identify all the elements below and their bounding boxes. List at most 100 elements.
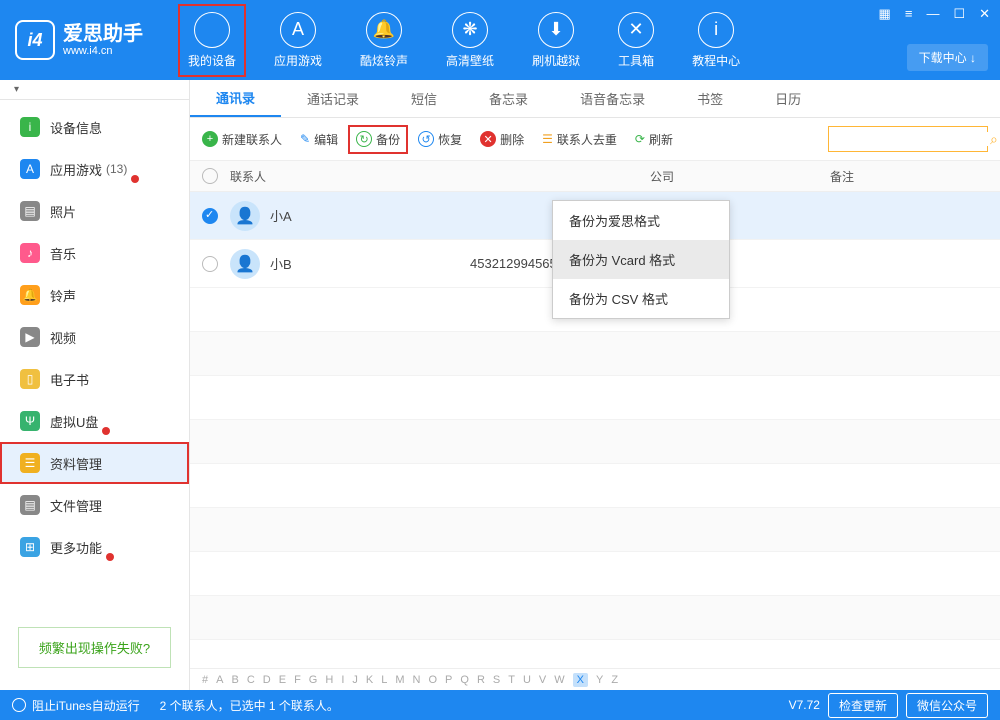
sidebar-item-铃声[interactable]: 🔔铃声 <box>0 274 189 316</box>
backup-button[interactable]: ↻备份 <box>350 127 406 152</box>
alpha-S[interactable]: S <box>493 674 500 686</box>
alpha-O[interactable]: O <box>428 674 437 686</box>
avatar: 👤 <box>230 249 260 279</box>
tshirt-icon[interactable]: ▦ <box>875 4 895 24</box>
dropdown-item[interactable]: 备份为 Vcard 格式 <box>553 240 729 279</box>
topnav-icon: 🔔 <box>366 12 402 48</box>
sidebar-item-应用游戏[interactable]: A应用游戏(13) <box>0 148 189 190</box>
search-icon[interactable]: ⌕ <box>990 131 998 148</box>
alpha-V[interactable]: V <box>539 674 546 686</box>
sidebar-icon: ▤ <box>20 495 40 515</box>
table-header: 联系人 公司 备注 <box>190 160 1000 192</box>
alpha-W[interactable]: W <box>554 674 564 686</box>
wechat-button[interactable]: 微信公众号 <box>906 693 988 718</box>
dropdown-item[interactable]: 备份为爱思格式 <box>553 201 729 240</box>
fail-link[interactable]: 频繁出现操作失败? <box>18 627 171 668</box>
alpha-T[interactable]: T <box>508 674 515 686</box>
row-checkbox[interactable] <box>202 256 218 272</box>
alpha-A[interactable]: A <box>216 674 223 686</box>
sidebar-item-文件管理[interactable]: ▤文件管理 <box>0 484 189 526</box>
check-update-button[interactable]: 检查更新 <box>828 693 898 718</box>
sidebar-icon: 🔔 <box>20 285 40 305</box>
sidebar-icon: ▶ <box>20 327 40 347</box>
topnav-高清壁纸[interactable]: ❋高清壁纸 <box>438 6 502 75</box>
new-contact-button[interactable]: +新建联系人 <box>202 131 282 148</box>
window-controls: ▦ ≡ — ☐ ✕ <box>875 4 994 24</box>
topnav-icon <box>194 12 230 48</box>
search-input[interactable] <box>835 132 990 146</box>
logo: i4 爱思助手 www.i4.cn <box>0 20 180 60</box>
maximize-icon[interactable]: ☐ <box>949 4 969 24</box>
sidebar-item-视频[interactable]: ▶视频 <box>0 316 189 358</box>
download-center-button[interactable]: 下载中心 ↓ <box>907 44 988 71</box>
minimize-icon[interactable]: — <box>922 4 943 24</box>
sidebar-item-虚拟U盘[interactable]: Ψ虚拟U盘 <box>0 400 189 442</box>
tab-备忘录[interactable]: 备忘录 <box>463 80 554 117</box>
sidebar-icon: Ψ <box>20 411 40 431</box>
alpha-B[interactable]: B <box>231 674 238 686</box>
refresh-button[interactable]: ⟳刷新 <box>635 131 673 148</box>
sidebar-item-资料管理[interactable]: ☰资料管理 <box>0 442 189 484</box>
alpha-L[interactable]: L <box>381 674 387 686</box>
edit-button[interactable]: ✎编辑 <box>300 131 338 148</box>
topnav-刷机越狱[interactable]: ⬇刷机越狱 <box>524 6 588 75</box>
alpha-K[interactable]: K <box>366 674 373 686</box>
topnav-教程中心[interactable]: i教程中心 <box>684 6 748 75</box>
top-nav: 我的设备 A应用游戏 🔔酷炫铃声 ❋高清壁纸 ⬇刷机越狱 ✕工具箱 i教程中心 <box>180 6 748 75</box>
close-icon[interactable]: ✕ <box>975 4 994 24</box>
alpha-J[interactable]: J <box>352 674 358 686</box>
alpha-U[interactable]: U <box>523 674 531 686</box>
delete-button[interactable]: ✕删除 <box>480 131 524 148</box>
topnav-工具箱[interactable]: ✕工具箱 <box>610 6 662 75</box>
tab-通话记录[interactable]: 通话记录 <box>281 80 385 117</box>
alpha-#[interactable]: # <box>202 674 208 686</box>
col-name[interactable]: 联系人 <box>230 168 470 185</box>
tab-日历[interactable]: 日历 <box>749 80 827 117</box>
empty-row <box>190 376 1000 420</box>
sidebar-toggle[interactable]: ▾ <box>0 80 189 100</box>
dedupe-button[interactable]: ☰联系人去重 <box>542 131 617 148</box>
col-note[interactable]: 备注 <box>830 168 1000 185</box>
sidebar-item-照片[interactable]: ▤照片 <box>0 190 189 232</box>
app-name-en: www.i4.cn <box>63 45 143 57</box>
col-company[interactable]: 公司 <box>650 168 830 185</box>
sidebar-icon: A <box>20 159 40 179</box>
select-all-checkbox[interactable] <box>202 168 218 184</box>
alpha-H[interactable]: H <box>325 674 333 686</box>
tab-通讯录[interactable]: 通讯录 <box>190 80 281 117</box>
sidebar-item-电子书[interactable]: ▯电子书 <box>0 358 189 400</box>
tab-书签[interactable]: 书签 <box>671 80 749 117</box>
alpha-M[interactable]: M <box>395 674 404 686</box>
alpha-Q[interactable]: Q <box>460 674 469 686</box>
alpha-F[interactable]: F <box>294 674 301 686</box>
menu-icon[interactable]: ≡ <box>901 4 917 24</box>
alpha-X[interactable]: X <box>573 673 588 687</box>
alpha-C[interactable]: C <box>247 674 255 686</box>
topnav-应用游戏[interactable]: A应用游戏 <box>266 6 330 75</box>
itunes-block-toggle[interactable]: 阻止iTunes自动运行 <box>12 697 140 714</box>
topnav-icon: ✕ <box>618 12 654 48</box>
sidebar-item-音乐[interactable]: ♪音乐 <box>0 232 189 274</box>
main-panel: 通讯录通话记录短信备忘录语音备忘录书签日历 +新建联系人 ✎编辑 ↻备份 ↺恢复… <box>190 80 1000 690</box>
alpha-G[interactable]: G <box>309 674 318 686</box>
alpha-Z[interactable]: Z <box>611 674 618 686</box>
alpha-D[interactable]: D <box>263 674 271 686</box>
sidebar-item-设备信息[interactable]: i设备信息 <box>0 106 189 148</box>
dropdown-item[interactable]: 备份为 CSV 格式 <box>553 279 729 318</box>
alpha-R[interactable]: R <box>477 674 485 686</box>
alpha-P[interactable]: P <box>445 674 452 686</box>
restore-button[interactable]: ↺恢复 <box>418 131 462 148</box>
topnav-酷炫铃声[interactable]: 🔔酷炫铃声 <box>352 6 416 75</box>
notification-dot <box>106 553 114 561</box>
tab-语音备忘录[interactable]: 语音备忘录 <box>554 80 671 117</box>
alpha-N[interactable]: N <box>413 674 421 686</box>
topnav-icon: ❋ <box>452 12 488 48</box>
sidebar-item-更多功能[interactable]: ⊞更多功能 <box>0 526 189 568</box>
alpha-Y[interactable]: Y <box>596 674 603 686</box>
alpha-I[interactable]: I <box>341 674 344 686</box>
topnav-我的设备[interactable]: 我的设备 <box>178 4 246 77</box>
alpha-E[interactable]: E <box>279 674 286 686</box>
tab-短信[interactable]: 短信 <box>385 80 463 117</box>
search-box[interactable]: ⌕ <box>828 126 988 152</box>
row-checkbox[interactable] <box>202 208 218 224</box>
